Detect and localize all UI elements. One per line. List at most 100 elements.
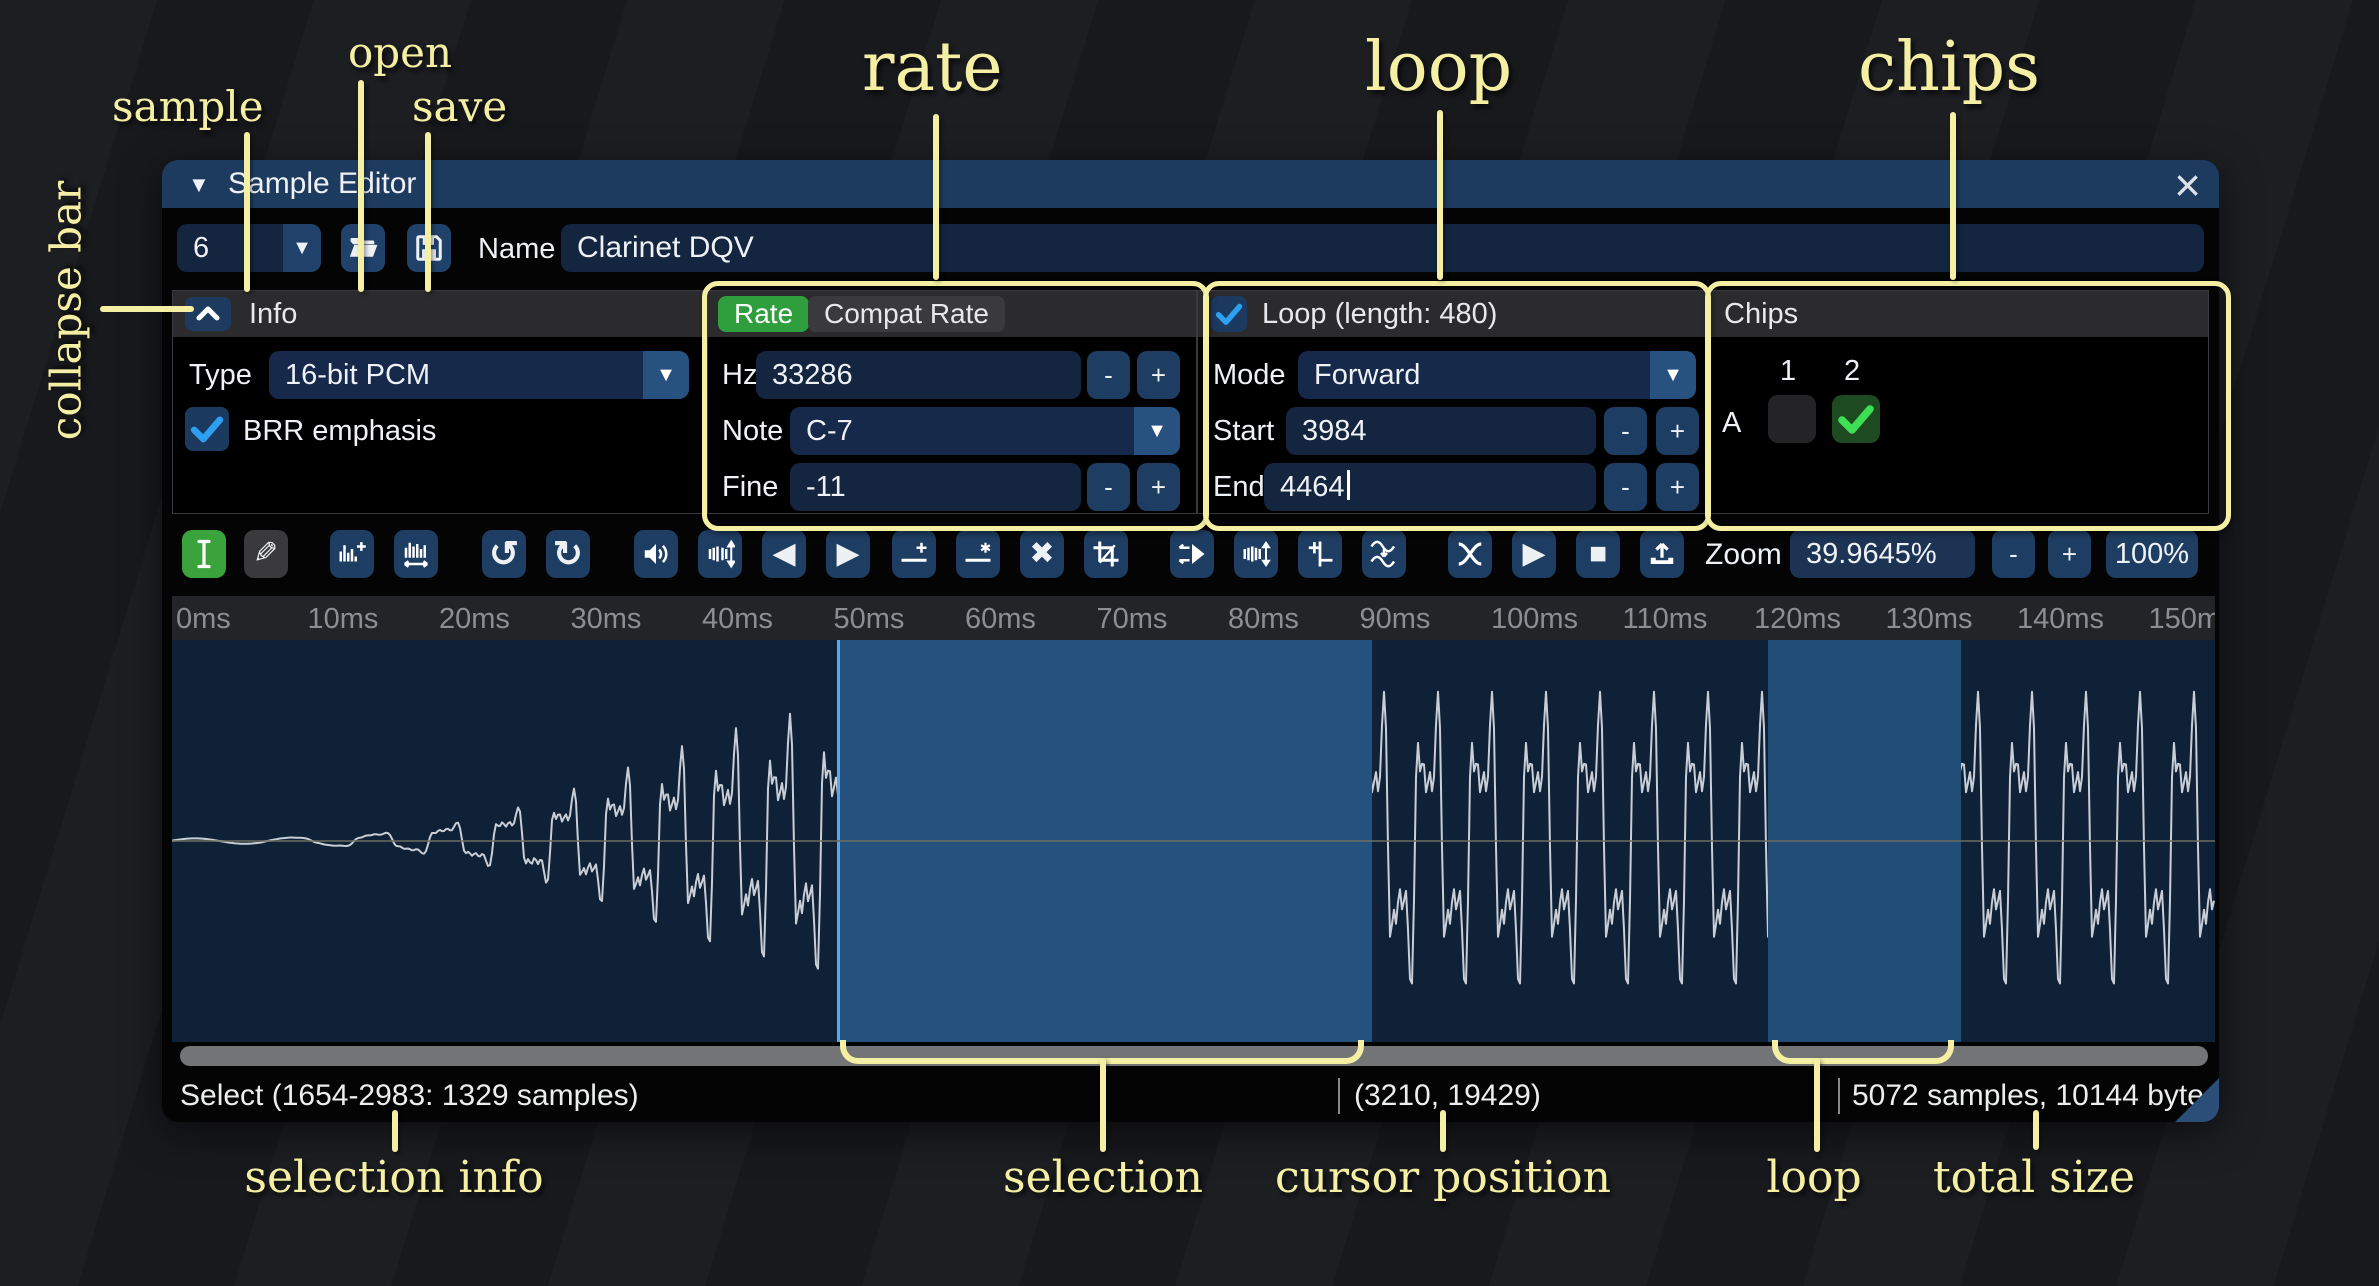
sample-type-combo[interactable]: 16-bit PCM ▼ bbox=[269, 351, 689, 399]
annotation-line-save bbox=[425, 132, 431, 292]
apply-silence-button[interactable] bbox=[956, 530, 1000, 578]
sample-number-dropdown-button[interactable]: ▼ bbox=[283, 224, 321, 272]
fade-in-button[interactable]: ◀ bbox=[762, 530, 806, 578]
redo-button[interactable]: ↻ bbox=[546, 530, 590, 578]
ruler-label: 30ms bbox=[571, 603, 642, 636]
annotation-line-sample bbox=[244, 132, 250, 292]
annotation-cursor-position: cursor position bbox=[1275, 1152, 1611, 1203]
minus-icon: - bbox=[2009, 541, 2018, 567]
undo-icon: ↺ bbox=[489, 536, 519, 572]
ruler-label: 140ms bbox=[2017, 603, 2104, 636]
zoom-input[interactable]: 39.9645% bbox=[1790, 530, 1975, 578]
waveform-vertical-arrows-icon bbox=[705, 539, 735, 569]
window-title: Sample Editor bbox=[228, 167, 416, 201]
waveform-stretch-icon bbox=[401, 539, 431, 569]
annotation-save: save bbox=[412, 82, 507, 131]
pencil-icon: ✎ bbox=[253, 539, 278, 569]
undo-button[interactable]: ↺ bbox=[482, 530, 526, 578]
invert-button[interactable] bbox=[1234, 530, 1278, 578]
annotation-line-loop bbox=[1437, 110, 1443, 280]
waveform-invert-icon bbox=[1241, 539, 1271, 569]
crop-icon bbox=[1091, 539, 1121, 569]
ruler-label: 50ms bbox=[834, 603, 905, 636]
info-collapse-button[interactable] bbox=[185, 297, 231, 331]
window-titlebar[interactable]: ▼ Sample Editor × bbox=[162, 160, 2219, 208]
annotation-rate: rate bbox=[862, 28, 1003, 107]
normalize-button[interactable] bbox=[698, 530, 742, 578]
fade-out-button[interactable]: ▶ bbox=[826, 530, 870, 578]
total-size-text: 5072 samples, 10144 bytes bbox=[1852, 1079, 2219, 1113]
annotation-open: open bbox=[348, 28, 452, 77]
ruler-label: 90ms bbox=[1360, 603, 1431, 636]
name-label: Name bbox=[478, 233, 555, 266]
annotation-line-total-size bbox=[2033, 1110, 2039, 1150]
sample-number-combo[interactable]: 6 bbox=[177, 224, 283, 272]
annotation-line-selection-info bbox=[392, 1110, 398, 1152]
annotation-outline-chips bbox=[1705, 281, 2231, 531]
redo-icon: ↻ bbox=[553, 536, 583, 572]
status-separator bbox=[1338, 1078, 1340, 1114]
annotation-line-cursor-position bbox=[1440, 1110, 1446, 1152]
filter-button[interactable] bbox=[1362, 530, 1406, 578]
zoom-reset-label: 100% bbox=[2115, 538, 2189, 571]
annotation-sample: sample bbox=[112, 82, 264, 131]
create-instrument-button[interactable] bbox=[1640, 530, 1684, 578]
brr-emphasis-checkbox[interactable] bbox=[185, 407, 229, 451]
preview-stop-button[interactable]: ■ bbox=[1576, 530, 1620, 578]
crossfade-button[interactable] bbox=[1448, 530, 1492, 578]
trim-button[interactable] bbox=[1084, 530, 1128, 578]
preview-play-button[interactable]: ▶ bbox=[1512, 530, 1556, 578]
annotation-bracket-loop bbox=[1772, 1040, 1954, 1064]
chevron-down-icon: ▼ bbox=[292, 237, 312, 260]
annotation-collapse-bar: collapse bar bbox=[42, 161, 91, 461]
annotation-outline-rate bbox=[702, 281, 1209, 531]
ruler-label: 150ms bbox=[2149, 603, 2216, 636]
window-collapse-triangle-icon[interactable]: ▼ bbox=[188, 172, 210, 198]
ruler-label: 80ms bbox=[1228, 603, 1299, 636]
ruler-label: 130ms bbox=[1886, 603, 1973, 636]
ruler-label: 100ms bbox=[1491, 603, 1578, 636]
annotation-line-open bbox=[358, 80, 364, 292]
ruler-label: 120ms bbox=[1754, 603, 1841, 636]
draw-tool-button[interactable]: ✎ bbox=[244, 530, 288, 578]
amplify-button[interactable] bbox=[634, 530, 678, 578]
upload-icon bbox=[1647, 539, 1677, 569]
annotation-line-selection bbox=[1100, 1058, 1106, 1152]
waveform-center-line bbox=[172, 840, 2215, 842]
resize-grip[interactable] bbox=[2175, 1078, 2219, 1122]
waveform-plus-icon bbox=[337, 539, 367, 569]
select-tool-button[interactable] bbox=[182, 530, 226, 578]
insert-silence-button[interactable] bbox=[892, 530, 936, 578]
fade-out-icon: ▶ bbox=[836, 539, 859, 569]
delete-button[interactable]: ✖ bbox=[1020, 530, 1064, 578]
info-panel: Info Type 16-bit PCM ▼ BRR emphasis bbox=[172, 290, 705, 514]
screenshot-stage: ▼ Sample Editor × 6 ▼ Name Clarinet DQV bbox=[0, 0, 2379, 1286]
zoom-in-button[interactable]: + bbox=[2048, 530, 2091, 578]
annotation-chips: chips bbox=[1858, 28, 2040, 107]
reverse-button[interactable] bbox=[1170, 530, 1214, 578]
ruler-label: 20ms bbox=[439, 603, 510, 636]
type-label: Type bbox=[189, 359, 252, 392]
resample-button[interactable] bbox=[394, 530, 438, 578]
waveform-view[interactable] bbox=[172, 640, 2215, 1042]
stop-icon: ■ bbox=[1589, 539, 1607, 569]
sign-convert-button[interactable] bbox=[1298, 530, 1342, 578]
silence-asterisk-icon bbox=[963, 539, 993, 569]
filter-curve-icon bbox=[1369, 539, 1399, 569]
sample-name-input[interactable]: Clarinet DQV bbox=[561, 224, 2204, 272]
zoom-out-button[interactable]: - bbox=[1992, 530, 2035, 578]
info-panel-header: Info bbox=[173, 291, 704, 337]
brr-emphasis-label: BRR emphasis bbox=[243, 415, 436, 448]
close-icon[interactable]: × bbox=[2174, 160, 2201, 212]
zoom-label: Zoom bbox=[1705, 538, 1782, 572]
annotation-line-rate bbox=[933, 114, 939, 280]
zoom-reset-button[interactable]: 100% bbox=[2106, 530, 2198, 578]
fade-in-icon: ◀ bbox=[772, 539, 795, 569]
ruler-label: 110ms bbox=[1623, 603, 1708, 636]
time-ruler: 0ms10ms20ms30ms40ms50ms60ms70ms80ms90ms1… bbox=[172, 596, 2215, 640]
cursor-position-text: (3210, 19429) bbox=[1354, 1079, 1541, 1113]
silence-plus-icon bbox=[899, 539, 929, 569]
annotation-loop-bottom: loop bbox=[1766, 1152, 1861, 1203]
resize-button[interactable] bbox=[330, 530, 374, 578]
ruler-label: 40ms bbox=[702, 603, 773, 636]
